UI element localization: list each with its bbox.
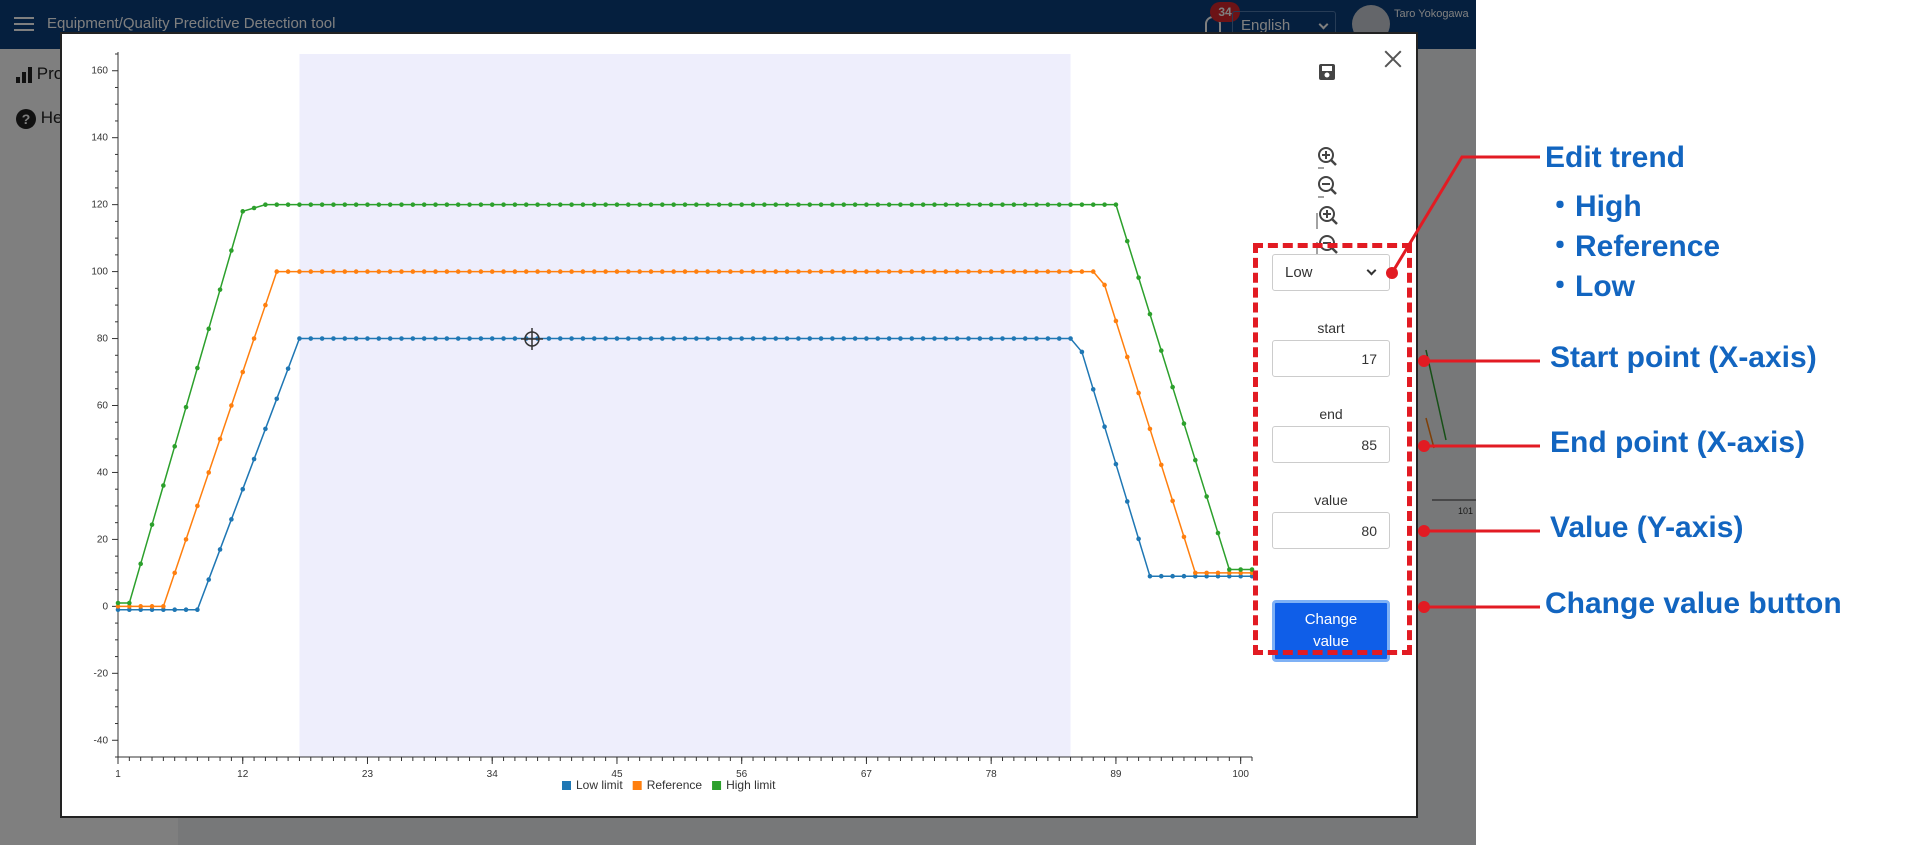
callout-option-low: ・Low: [1545, 270, 1635, 303]
callout-dot: [1418, 440, 1430, 452]
callout-edit-trend: Edit trend: [1545, 141, 1685, 174]
callout-option-reference: ・Reference: [1545, 230, 1721, 263]
callout-option-high: ・High: [1545, 190, 1642, 223]
callout-start-point: Start point (X-axis): [1550, 341, 1817, 374]
screenshot-stage: Equipment/Quality Predictive Detection t…: [0, 0, 1908, 845]
callout-change-button: Change value button: [1545, 587, 1842, 620]
callout-value-axis: Value (Y-axis): [1550, 511, 1744, 544]
callout-dot: [1418, 355, 1430, 367]
callout-lines: [1386, 155, 1540, 613]
callout-dot: [1418, 525, 1430, 537]
callout-dot: [1418, 601, 1430, 613]
callout-end-point: End point (X-axis): [1550, 426, 1805, 459]
callout-dot: [1386, 267, 1398, 279]
